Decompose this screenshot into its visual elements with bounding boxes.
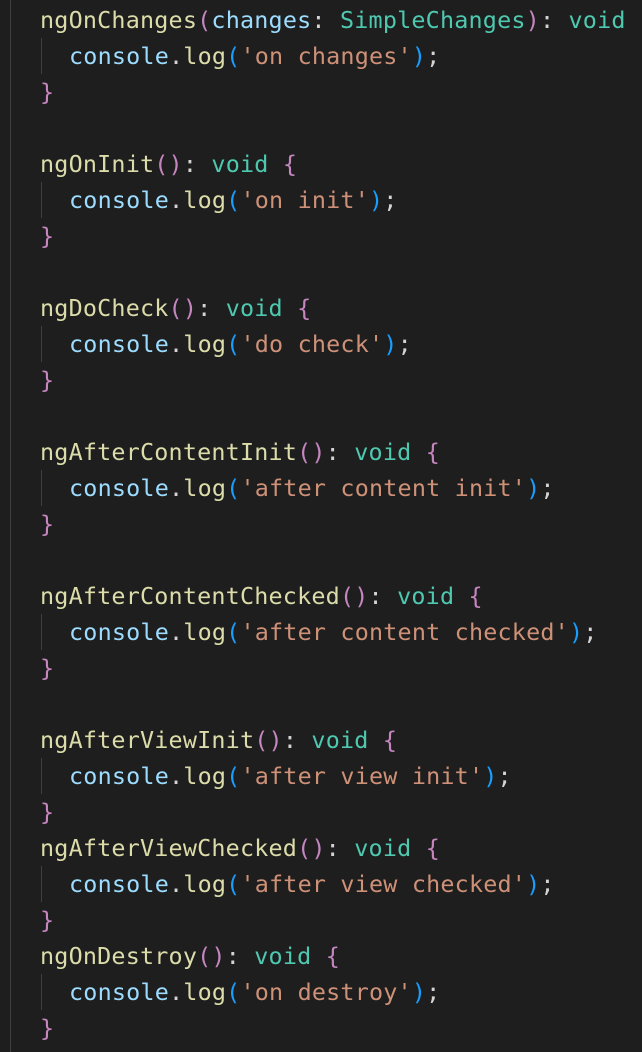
log-method: log [183,474,227,502]
indent-guide [41,974,42,1010]
method-name: ngAfterContentChecked [40,582,340,610]
log-method: log [183,618,227,646]
method-body-line[interactable]: console.log('after content init'); [69,470,555,506]
log-object: console [69,870,169,898]
method-name: ngOnChanges [40,6,198,34]
indent-guide [41,38,42,74]
log-message: 'after content checked' [240,618,569,646]
log-method: log [183,42,227,70]
log-object: console [69,978,169,1006]
log-message: 'after content init' [240,474,527,502]
indent-guide [41,866,42,902]
return-type: void [254,942,312,970]
closing-brace-line[interactable]: } [40,794,54,830]
return-type: void [354,834,412,862]
code-editor[interactable]: ngOnChanges(changes: SimpleChanges): voi… [0,0,642,1052]
log-method: log [183,186,227,214]
method-signature-line[interactable]: ngAfterContentInit(): void { [40,434,440,470]
log-message: 'after view init' [240,762,484,790]
closing-brace-line[interactable]: } [40,650,54,686]
param-type: SimpleChanges [339,6,526,34]
method-signature-line[interactable]: ngOnDestroy(): void { [40,938,340,974]
log-method: log [183,978,227,1006]
log-method: log [183,762,227,790]
method-name: ngAfterViewChecked [40,834,298,862]
closing-brace-line[interactable]: } [40,1010,54,1046]
method-signature-line[interactable]: ngDoCheck(): void { [40,290,311,326]
closing-brace-line[interactable]: } [40,74,54,110]
return-type: void [211,150,269,178]
method-name: ngOnDestroy [40,942,198,970]
log-object: console [69,42,169,70]
log-object: console [69,186,169,214]
indent-guide [41,326,42,362]
method-name: ngDoCheck [40,294,169,322]
log-message: 'on destroy' [240,978,412,1006]
log-object: console [69,474,169,502]
method-body-line[interactable]: console.log('do check'); [69,326,412,362]
param-name: changes [211,6,312,34]
return-type: void [225,294,283,322]
indent-guide [41,182,42,218]
method-body-line[interactable]: console.log('on changes'); [69,38,440,74]
method-signature-line[interactable]: ngAfterViewChecked(): void { [40,830,440,866]
log-message: 'on init' [240,186,369,214]
log-message: 'do check' [240,330,384,358]
log-message: 'after view checked' [240,870,527,898]
method-body-line[interactable]: console.log('on init'); [69,182,398,218]
method-signature-line[interactable]: ngOnInit(): void { [40,146,297,182]
closing-brace-line[interactable]: } [40,902,54,938]
method-signature-line[interactable]: ngOnChanges(changes: SimpleChanges): voi… [40,2,626,38]
return-type: void [568,6,626,34]
log-object: console [69,618,169,646]
method-name: ngOnInit [40,150,155,178]
log-object: console [69,762,169,790]
method-body-line[interactable]: console.log('after content checked'); [69,614,598,650]
indent-guide [10,0,11,1052]
return-type: void [311,726,369,754]
return-type: void [397,582,455,610]
method-name: ngAfterContentInit [40,438,298,466]
method-signature-line[interactable]: ngAfterContentChecked(): void { [40,578,483,614]
closing-brace-line[interactable]: } [40,506,54,542]
method-body-line[interactable]: console.log('on destroy'); [69,974,440,1010]
closing-brace-line[interactable]: } [40,218,54,254]
closing-brace-line[interactable]: } [40,362,54,398]
log-method: log [183,330,227,358]
method-body-line[interactable]: console.log('after view init'); [69,758,512,794]
method-signature-line[interactable]: ngAfterViewInit(): void { [40,722,397,758]
method-name: ngAfterViewInit [40,726,255,754]
indent-guide [41,758,42,794]
method-body-line[interactable]: console.log('after view checked'); [69,866,555,902]
log-method: log [183,870,227,898]
log-message: 'on changes' [240,42,412,70]
indent-guide [41,470,42,506]
return-type: void [354,438,412,466]
log-object: console [69,330,169,358]
indent-guide [41,614,42,650]
